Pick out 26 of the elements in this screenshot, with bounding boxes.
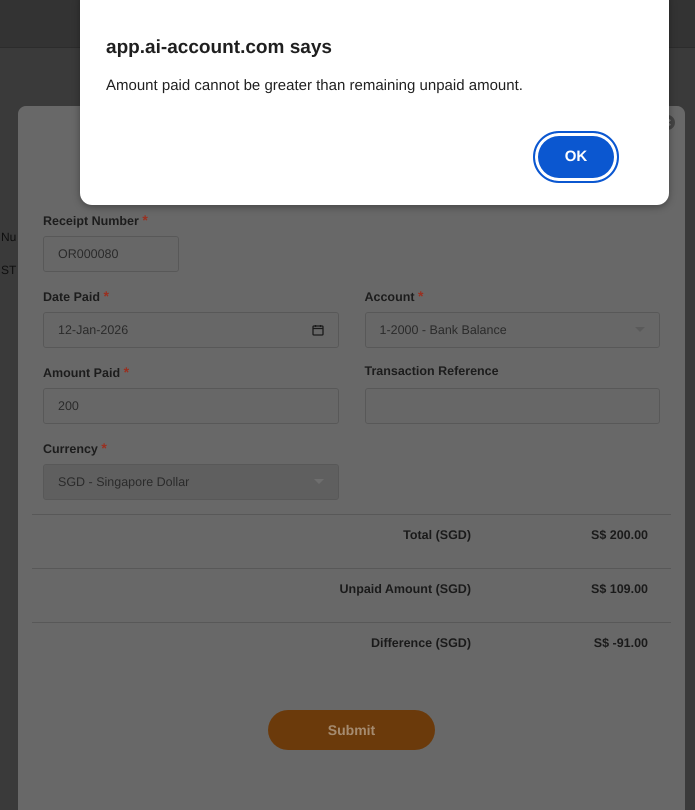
required-mark: * [142, 212, 148, 228]
required-mark: * [418, 288, 424, 304]
input-field[interactable]: 200 [43, 388, 338, 424]
summary-label: Difference (SGD) [370, 635, 471, 652]
field-label: Date Paid [43, 290, 100, 304]
field-label: Account [364, 290, 414, 304]
field-label: Receipt Number [43, 214, 139, 228]
dialog-message: Amount paid cannot be greater than remaining unpaid amount. [106, 76, 524, 96]
required-mark: * [103, 288, 109, 304]
required-mark: * [124, 364, 130, 380]
ok-button[interactable]: OK [533, 131, 619, 183]
dialog-title: app.ai-account.com says [106, 36, 333, 60]
submit-button[interactable]: Submit [268, 710, 435, 750]
field-label: Currency [43, 442, 98, 456]
calendar-icon[interactable] [312, 324, 324, 336]
required-mark: * [101, 440, 107, 456]
input-field[interactable]: OR000080 [43, 236, 179, 272]
summary-value: S$ -91.00 [592, 635, 648, 652]
date-field[interactable]: 12-Jan-2026 [43, 312, 338, 348]
summary-value: S$ 200.00 [590, 527, 648, 544]
dropdown-field[interactable]: 1-2000 - Bank Balance [364, 312, 660, 348]
field-label: Transaction Reference [364, 364, 499, 378]
field-label: Amount Paid [43, 366, 120, 380]
summary-label: Total (SGD) [402, 527, 471, 544]
summary-label: Unpaid Amount (SGD) [338, 581, 471, 598]
summary-value: S$ 109.00 [590, 581, 648, 598]
